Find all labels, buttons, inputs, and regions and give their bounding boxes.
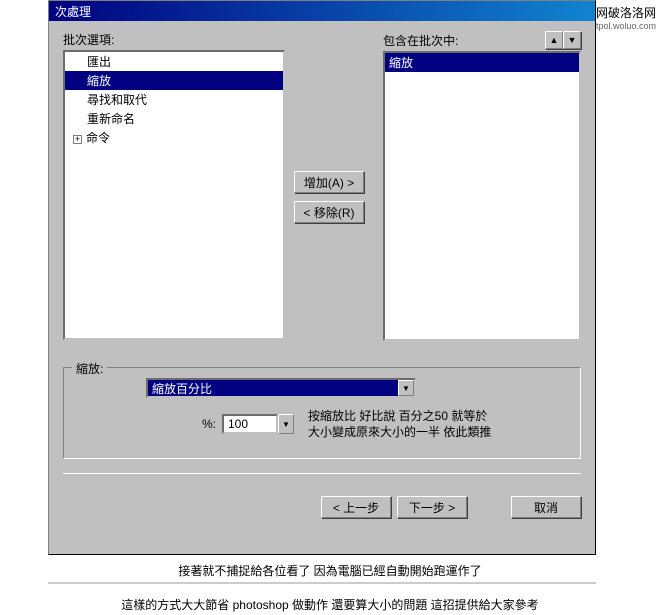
caption-1: 接著就不捕捉給各位看了 因為電腦已經自動開始跑運作了 [0, 562, 660, 579]
tree-item-find-replace[interactable]: 尋找和取代 [65, 90, 283, 109]
divider [63, 473, 581, 474]
included-item-scale[interactable]: 縮放 [385, 53, 579, 72]
tree-item-commands-label: 命令 [86, 131, 110, 145]
window-title: 次處理 [49, 1, 595, 21]
watermark-sub: tpol.woluo.com [596, 21, 656, 31]
panel-legend: 縮放: [72, 360, 107, 377]
watermark-main: 网破洛洛网 [596, 4, 656, 21]
page-divider [48, 582, 596, 584]
percent-input[interactable] [222, 414, 278, 434]
cancel-button[interactable]: 取消 [511, 496, 581, 518]
tree-item-rename[interactable]: 重新命名 [65, 109, 283, 128]
tree-item-export[interactable]: 匯出 [65, 52, 283, 71]
annotation-text: 按縮放比 好比說 百分之50 就等於 大小變成原來大小的一半 依此類推 [308, 408, 491, 440]
included-label: 包含在批次中: [383, 32, 458, 49]
percent-label: %: [76, 417, 222, 431]
batch-dialog: 次處理 批次選項: 匯出 縮放 尋找和取代 重新命名 + 命令 增加(A) > <… [48, 0, 596, 555]
dropdown-value: 縮放百分比 [152, 380, 212, 397]
add-button[interactable]: 增加(A) > [294, 171, 364, 193]
move-up-button[interactable]: ▲ [545, 31, 563, 49]
scale-mode-dropdown[interactable]: 縮放百分比 ▼ [146, 378, 416, 398]
caption-2: 這樣的方式大大節省 photoshop 做動作 還要算大小的問題 這招提供給大家… [0, 596, 660, 613]
expander-icon[interactable]: + [73, 135, 82, 144]
chevron-down-icon[interactable]: ▼ [398, 380, 414, 396]
included-listbox[interactable]: 縮放 [383, 51, 581, 341]
batch-options-label: 批次選項: [63, 31, 114, 48]
remove-button[interactable]: < 移除(R) [294, 201, 364, 223]
tree-item-scale[interactable]: 縮放 [65, 71, 283, 90]
watermark: 网破洛洛网 tpol.woluo.com [596, 4, 656, 31]
chevron-down-icon[interactable]: ▼ [278, 414, 294, 434]
move-down-button[interactable]: ▼ [563, 31, 581, 49]
next-button[interactable]: 下一步 > [397, 496, 467, 518]
back-button[interactable]: < 上一步 [321, 496, 391, 518]
tree-item-commands[interactable]: + 命令 [65, 128, 283, 147]
batch-options-listbox[interactable]: 匯出 縮放 尋找和取代 重新命名 + 命令 [63, 50, 285, 340]
scale-panel: 縮放: 縮放百分比 ▼ %: ▼ 按縮放比 好比說 百分之50 就等於 [63, 367, 581, 459]
